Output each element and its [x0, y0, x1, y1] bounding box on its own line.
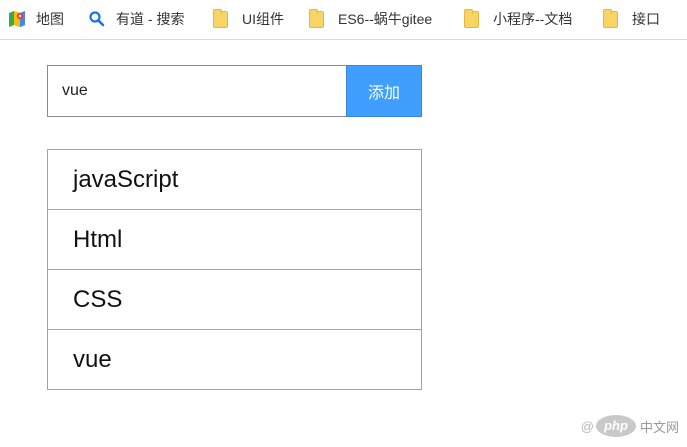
bookmark-api[interactable]: 接口: [603, 8, 660, 30]
todo-input[interactable]: [47, 65, 347, 117]
bookmark-label: ES6--蜗牛gitee: [338, 11, 433, 27]
search-icon: [89, 11, 105, 27]
watermark-at: @: [580, 418, 594, 434]
bookmark-youdao[interactable]: 有道 - 搜索: [88, 8, 184, 30]
bookmark-label: UI组件: [242, 11, 284, 27]
watermark-text: 中文网: [639, 419, 679, 435]
bookmark-label: 接口: [632, 11, 660, 27]
watermark: @ php 中文网: [581, 415, 679, 437]
folder-icon: [603, 8, 618, 28]
maps-icon: [9, 11, 25, 27]
folder-icon: [464, 8, 479, 28]
folder-icon: [213, 8, 228, 28]
folder-icon: [309, 8, 324, 28]
todo-list: javaScript Html CSS vue: [47, 149, 422, 390]
bookmark-label: 地图: [36, 11, 64, 27]
list-item: Html: [48, 209, 421, 269]
bookmark-label: 小程序--文档: [493, 11, 573, 27]
bookmark-ui-components[interactable]: UI组件: [213, 8, 284, 30]
php-logo: php: [595, 415, 636, 437]
add-button[interactable]: 添加: [346, 65, 422, 117]
bookmark-es6-gitee[interactable]: ES6--蜗牛gitee: [309, 8, 432, 30]
bookmarks-bar: 地图 有道 - 搜索 UI组件 ES6--蜗牛gitee 小程序--文档 接口: [0, 0, 687, 40]
list-item: vue: [48, 329, 421, 389]
bookmark-miniprogram-docs[interactable]: 小程序--文档: [464, 8, 572, 30]
bookmark-maps[interactable]: 地图: [8, 8, 64, 30]
list-item: javaScript: [73, 165, 179, 193]
bookmark-label: 有道 - 搜索: [116, 11, 185, 27]
list-item: CSS: [48, 269, 421, 329]
